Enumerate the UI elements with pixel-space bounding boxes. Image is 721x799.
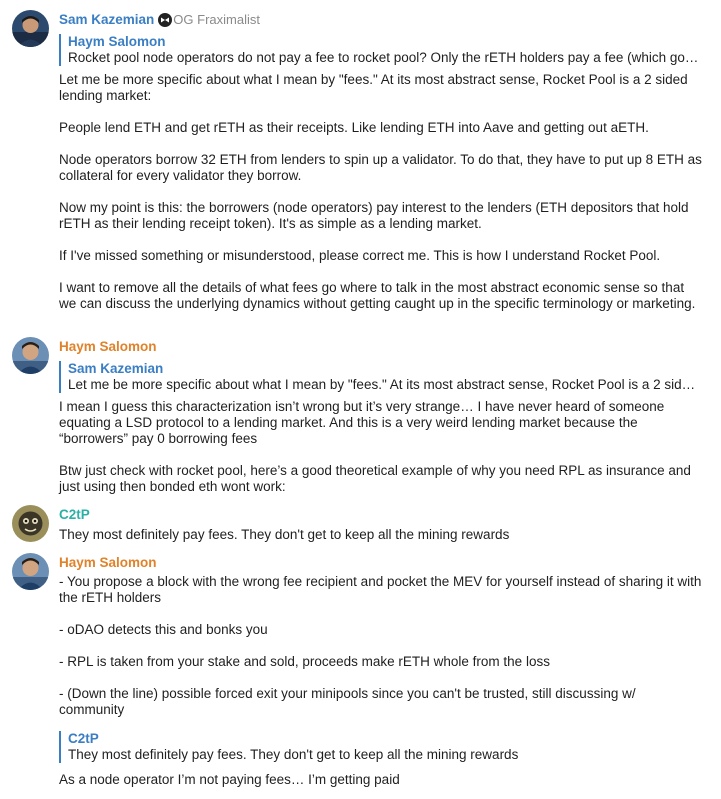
bowtie-icon <box>158 12 173 27</box>
reply-quote[interactable]: C2tP They most definitely pay fees. They… <box>59 731 704 763</box>
message-text: - (Down the line) possible forced exit y… <box>59 686 636 717</box>
author-name[interactable]: Sam Kazemian <box>59 11 154 28</box>
quote-author: Haym Salomon <box>68 34 166 49</box>
message-text: - You propose a block with the wrong fee… <box>59 574 702 605</box>
author-name[interactable]: Haym Salomon <box>59 554 157 571</box>
quote-text: They most definitely pay fees. They don'… <box>68 747 519 762</box>
avatar[interactable] <box>12 10 49 47</box>
avatar[interactable] <box>12 505 49 542</box>
message-text: If I've missed something or misunderstoo… <box>59 248 661 263</box>
author-name[interactable]: Haym Salomon <box>59 338 157 355</box>
message-text: I want to remove all the details of what… <box>59 280 696 311</box>
avatar[interactable] <box>12 337 49 374</box>
message-text: Node operators borrow 32 ETH from lender… <box>59 152 702 183</box>
message-text: As a node operator I’m not paying fees… … <box>59 772 400 787</box>
message-text: Btw just check with rocket pool, here’s … <box>59 463 691 494</box>
quote-text: Rocket pool node operators do not pay a … <box>68 50 699 65</box>
user-badge: OG Fraximalist <box>173 12 260 27</box>
message-text: I mean I guess this characterization isn… <box>59 399 665 446</box>
reply-quote[interactable]: Sam Kazemian Let me be more specific abo… <box>59 361 704 393</box>
message-text: They most definitely pay fees. They don'… <box>59 527 510 542</box>
quote-text: Let me be more specific about what I mea… <box>68 377 696 392</box>
quote-author: C2tP <box>68 731 99 746</box>
quote-author: Sam Kazemian <box>68 361 164 376</box>
reply-quote[interactable]: Haym Salomon Rocket pool node operators … <box>59 34 704 66</box>
avatar[interactable] <box>12 553 49 590</box>
message-text: - RPL is taken from your stake and sold,… <box>59 654 550 669</box>
message-text: Now my point is this: the borrowers (nod… <box>59 200 689 231</box>
author-name[interactable]: C2tP <box>59 506 90 523</box>
message-text: People lend ETH and get rETH as their re… <box>59 120 649 135</box>
message-text: Let me be more specific about what I mea… <box>59 72 688 103</box>
message-text: - oDAO detects this and bonks you <box>59 622 268 637</box>
